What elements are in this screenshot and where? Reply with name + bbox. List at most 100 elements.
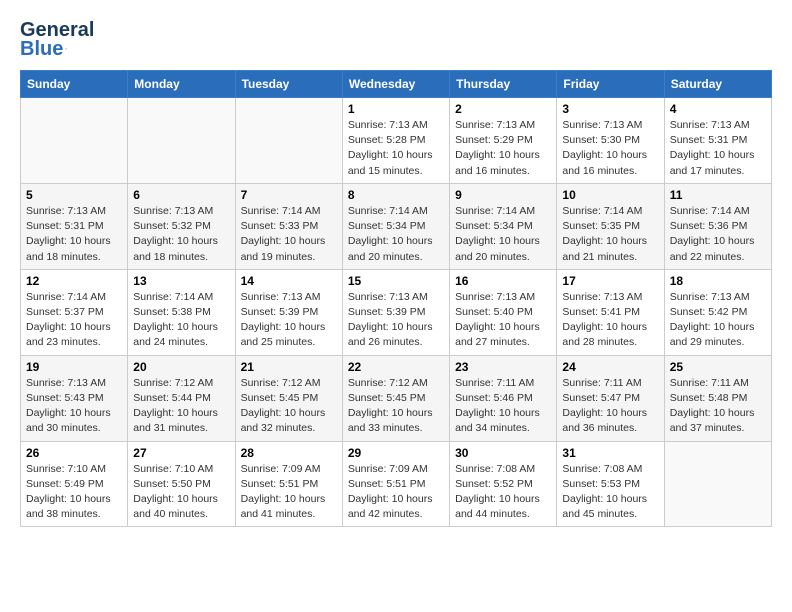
day-info: Sunrise: 7:13 AM Sunset: 5:32 PM Dayligh… <box>133 205 218 263</box>
day-info: Sunrise: 7:11 AM Sunset: 5:48 PM Dayligh… <box>670 377 755 435</box>
day-number: 8 <box>348 188 444 202</box>
day-number: 16 <box>455 274 551 288</box>
day-number: 19 <box>26 360 122 374</box>
day-number: 12 <box>26 274 122 288</box>
day-number: 17 <box>562 274 658 288</box>
day-number: 28 <box>241 446 337 460</box>
day-info: Sunrise: 7:12 AM Sunset: 5:44 PM Dayligh… <box>133 377 218 435</box>
day-info: Sunrise: 7:13 AM Sunset: 5:40 PM Dayligh… <box>455 291 540 349</box>
calendar-cell: 16 Sunrise: 7:13 AM Sunset: 5:40 PM Dayli… <box>450 269 557 355</box>
day-info: Sunrise: 7:12 AM Sunset: 5:45 PM Dayligh… <box>348 377 433 435</box>
calendar-cell: 14 Sunrise: 7:13 AM Sunset: 5:39 PM Dayli… <box>235 269 342 355</box>
day-number: 20 <box>133 360 229 374</box>
calendar-cell: 6 Sunrise: 7:13 AM Sunset: 5:32 PM Daylig… <box>128 183 235 269</box>
calendar-cell: 20 Sunrise: 7:12 AM Sunset: 5:44 PM Dayli… <box>128 355 235 441</box>
day-info: Sunrise: 7:11 AM Sunset: 5:47 PM Dayligh… <box>562 377 647 435</box>
day-info: Sunrise: 7:13 AM Sunset: 5:43 PM Dayligh… <box>26 377 111 435</box>
day-number: 3 <box>562 102 658 116</box>
calendar-cell: 1 Sunrise: 7:13 AM Sunset: 5:28 PM Daylig… <box>342 98 449 184</box>
column-header-friday: Friday <box>557 71 664 98</box>
calendar-cell: 25 Sunrise: 7:11 AM Sunset: 5:48 PM Dayli… <box>664 355 771 441</box>
day-number: 5 <box>26 188 122 202</box>
column-header-saturday: Saturday <box>664 71 771 98</box>
day-info: Sunrise: 7:13 AM Sunset: 5:31 PM Dayligh… <box>26 205 111 263</box>
calendar-cell: 4 Sunrise: 7:13 AM Sunset: 5:31 PM Daylig… <box>664 98 771 184</box>
calendar-cell: 8Sunrise: 7:14 AM Sunset: 5:34 PM Daylig… <box>342 183 449 269</box>
calendar-cell: 3 Sunrise: 7:13 AM Sunset: 5:30 PM Daylig… <box>557 98 664 184</box>
logo-blue: Blue <box>20 39 63 59</box>
logo-bird-icon <box>65 40 68 58</box>
calendar-cell: 2 Sunrise: 7:13 AM Sunset: 5:29 PM Daylig… <box>450 98 557 184</box>
calendar-cell: 30 Sunrise: 7:08 AM Sunset: 5:52 PM Dayli… <box>450 441 557 527</box>
day-number: 14 <box>241 274 337 288</box>
calendar-cell <box>664 441 771 527</box>
day-info: Sunrise: 7:12 AM Sunset: 5:45 PM Dayligh… <box>241 377 326 435</box>
day-info: Sunrise: 7:13 AM Sunset: 5:39 PM Dayligh… <box>348 291 433 349</box>
day-info: Sunrise: 7:14 AM Sunset: 5:37 PM Dayligh… <box>26 291 111 349</box>
day-info: Sunrise: 7:11 AM Sunset: 5:46 PM Dayligh… <box>455 377 540 435</box>
day-number: 6 <box>133 188 229 202</box>
day-number: 10 <box>562 188 658 202</box>
day-number: 30 <box>455 446 551 460</box>
day-number: 1 <box>348 102 444 116</box>
day-number: 18 <box>670 274 766 288</box>
calendar-cell: 13 Sunrise: 7:14 AM Sunset: 5:38 PM Dayli… <box>128 269 235 355</box>
day-info: Sunrise: 7:09 AM Sunset: 5:51 PM Dayligh… <box>241 463 326 521</box>
day-info: Sunrise: 7:13 AM Sunset: 5:29 PM Dayligh… <box>455 119 540 177</box>
calendar-cell: 15 Sunrise: 7:13 AM Sunset: 5:39 PM Dayli… <box>342 269 449 355</box>
day-info: Sunrise: 7:10 AM Sunset: 5:50 PM Dayligh… <box>133 463 218 521</box>
calendar-cell: 10 Sunrise: 7:14 AM Sunset: 5:35 PM Dayli… <box>557 183 664 269</box>
day-info: Sunrise: 7:13 AM Sunset: 5:42 PM Dayligh… <box>670 291 755 349</box>
column-header-wednesday: Wednesday <box>342 71 449 98</box>
day-number: 23 <box>455 360 551 374</box>
calendar-cell: 18 Sunrise: 7:13 AM Sunset: 5:42 PM Dayli… <box>664 269 771 355</box>
day-number: 27 <box>133 446 229 460</box>
day-number: 11 <box>670 188 766 202</box>
day-number: 24 <box>562 360 658 374</box>
day-info: Sunrise: 7:14 AM Sunset: 5:35 PM Dayligh… <box>562 205 647 263</box>
calendar-cell: 23 Sunrise: 7:11 AM Sunset: 5:46 PM Dayli… <box>450 355 557 441</box>
calendar-cell: 19 Sunrise: 7:13 AM Sunset: 5:43 PM Dayli… <box>21 355 128 441</box>
day-info: Sunrise: 7:13 AM Sunset: 5:30 PM Dayligh… <box>562 119 647 177</box>
day-number: 9 <box>455 188 551 202</box>
day-number: 13 <box>133 274 229 288</box>
page-header: General Blue <box>20 20 772 60</box>
day-number: 29 <box>348 446 444 460</box>
calendar-cell: 29 Sunrise: 7:09 AM Sunset: 5:51 PM Dayli… <box>342 441 449 527</box>
logo: General Blue <box>20 20 68 60</box>
calendar-cell: 22 Sunrise: 7:12 AM Sunset: 5:45 PM Dayli… <box>342 355 449 441</box>
day-info: Sunrise: 7:08 AM Sunset: 5:52 PM Dayligh… <box>455 463 540 521</box>
calendar-cell <box>128 98 235 184</box>
calendar-cell: 31 Sunrise: 7:08 AM Sunset: 5:53 PM Dayli… <box>557 441 664 527</box>
day-info: Sunrise: 7:10 AM Sunset: 5:49 PM Dayligh… <box>26 463 111 521</box>
day-number: 15 <box>348 274 444 288</box>
day-number: 4 <box>670 102 766 116</box>
day-info: Sunrise: 7:14 AM Sunset: 5:38 PM Dayligh… <box>133 291 218 349</box>
calendar-cell: 12 Sunrise: 7:14 AM Sunset: 5:37 PM Dayli… <box>21 269 128 355</box>
day-info: Sunrise: 7:14 AM Sunset: 5:34 PM Dayligh… <box>455 205 540 263</box>
column-header-thursday: Thursday <box>450 71 557 98</box>
calendar-cell: 7Sunrise: 7:14 AM Sunset: 5:33 PM Daylig… <box>235 183 342 269</box>
day-number: 21 <box>241 360 337 374</box>
column-header-monday: Monday <box>128 71 235 98</box>
calendar-cell: 5 Sunrise: 7:13 AM Sunset: 5:31 PM Daylig… <box>21 183 128 269</box>
day-number: 25 <box>670 360 766 374</box>
day-info: Sunrise: 7:14 AM Sunset: 5:36 PM Dayligh… <box>670 205 755 263</box>
column-header-tuesday: Tuesday <box>235 71 342 98</box>
calendar-cell: 24 Sunrise: 7:11 AM Sunset: 5:47 PM Dayli… <box>557 355 664 441</box>
day-number: 26 <box>26 446 122 460</box>
day-info: Sunrise: 7:13 AM Sunset: 5:41 PM Dayligh… <box>562 291 647 349</box>
calendar-cell: 28 Sunrise: 7:09 AM Sunset: 5:51 PM Dayli… <box>235 441 342 527</box>
calendar-cell: 27 Sunrise: 7:10 AM Sunset: 5:50 PM Dayli… <box>128 441 235 527</box>
calendar-cell: 11 Sunrise: 7:14 AM Sunset: 5:36 PM Dayli… <box>664 183 771 269</box>
day-info: Sunrise: 7:13 AM Sunset: 5:31 PM Dayligh… <box>670 119 755 177</box>
day-info: Sunrise: 7:09 AM Sunset: 5:51 PM Dayligh… <box>348 463 433 521</box>
day-info: Sunrise: 7:08 AM Sunset: 5:53 PM Dayligh… <box>562 463 647 521</box>
day-number: 22 <box>348 360 444 374</box>
day-info: Sunrise: 7:13 AM Sunset: 5:28 PM Dayligh… <box>348 119 433 177</box>
day-number: 31 <box>562 446 658 460</box>
day-info: Sunrise: 7:13 AM Sunset: 5:39 PM Dayligh… <box>241 291 326 349</box>
calendar-cell <box>21 98 128 184</box>
day-number: 2 <box>455 102 551 116</box>
column-header-sunday: Sunday <box>21 71 128 98</box>
